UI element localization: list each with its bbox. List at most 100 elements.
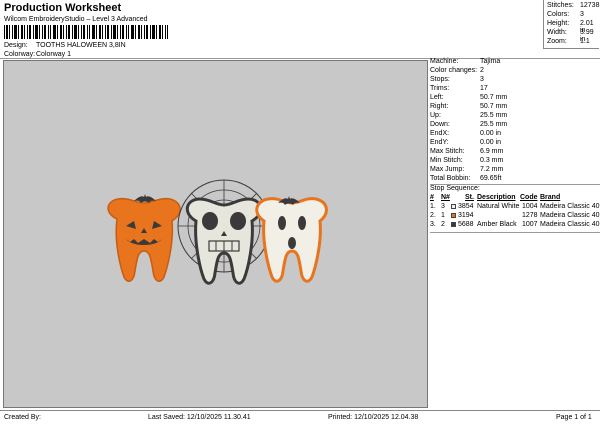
column-header: N# bbox=[441, 194, 450, 201]
info-row: Stops: 3 bbox=[430, 76, 484, 83]
stat-label: Width: bbox=[547, 29, 567, 36]
needle-number: 3 bbox=[441, 203, 445, 210]
info-value: 69.65ft bbox=[480, 175, 502, 182]
needle-number: 2 bbox=[441, 221, 445, 228]
info-value: 50.7 mm bbox=[480, 103, 508, 110]
last-saved: Last Saved: 12/10/2025 11.30.41 bbox=[148, 414, 251, 421]
info-value: 0.3 mm bbox=[480, 157, 504, 164]
thread-code: 1007 bbox=[522, 221, 538, 228]
barcode bbox=[4, 25, 168, 39]
stat-label: Stitches: bbox=[547, 2, 574, 9]
row-number: 2. bbox=[430, 212, 436, 219]
info-row: EndX: 0.00 in bbox=[430, 130, 501, 137]
info-row: Max Stitch: 6.9 mm bbox=[430, 148, 503, 155]
info-value: 0.00 in bbox=[480, 139, 502, 146]
info-row: Total Bobbin: 69.65ft bbox=[430, 175, 501, 182]
design-preview bbox=[3, 60, 428, 408]
printed-date: Printed: 12/10/2025 12.04.38 bbox=[328, 414, 419, 421]
info-row: Trims: 17 bbox=[430, 85, 488, 92]
info-value: 3 bbox=[480, 76, 484, 83]
info-value: 25.5 mm bbox=[480, 121, 508, 128]
info-label: Down: bbox=[430, 121, 450, 128]
info-row: Machine: Tajima bbox=[430, 58, 500, 65]
column-header: # bbox=[430, 194, 434, 201]
thread-brand: Madeira Classic 40 bbox=[540, 212, 600, 219]
stat-value: 1:1 bbox=[580, 38, 590, 45]
colorway-label: Colorway: bbox=[4, 51, 36, 58]
info-label: Max Jump: bbox=[430, 166, 465, 173]
stop-sequence-title: Stop Sequence: bbox=[430, 185, 480, 192]
skull-tooth-icon bbox=[177, 179, 271, 285]
row-number: 3. bbox=[430, 221, 436, 228]
info-value: 0.00 in bbox=[480, 130, 502, 137]
stat-label: Colors: bbox=[547, 11, 570, 18]
divider bbox=[0, 58, 600, 59]
colorway-name: Colorway 1 bbox=[36, 51, 72, 58]
info-value: Tajima bbox=[480, 58, 501, 65]
row-number: 1. bbox=[430, 203, 436, 210]
footer: Created By: Last Saved: 12/10/2025 11.30… bbox=[0, 410, 600, 425]
needle-number: 1 bbox=[441, 212, 445, 219]
color-description: Natural White bbox=[477, 203, 520, 210]
info-label: Total Bobbin: bbox=[430, 175, 471, 182]
info-row: Left: 50.7 mm bbox=[430, 94, 507, 101]
info-value: 25.5 mm bbox=[480, 112, 508, 119]
color-swatch bbox=[451, 222, 456, 227]
design-stats: Stitches: 12738 Colors: 3 Height: 2.01 in W… bbox=[543, 0, 599, 49]
color-swatch bbox=[451, 204, 456, 209]
design-name: TOOTHS HALOWEEN 3,8IN bbox=[36, 42, 126, 49]
info-label: Trims: bbox=[430, 85, 450, 92]
info-label: Color changes: bbox=[430, 67, 478, 74]
thread-code: 1278 bbox=[522, 212, 538, 219]
stat-colors: Colors: 3 bbox=[547, 11, 584, 18]
info-label: Machine: bbox=[430, 58, 459, 65]
info-label: Min Stitch: bbox=[430, 157, 463, 164]
design-label: Design: bbox=[4, 42, 28, 49]
stitch-count: 5688 bbox=[458, 221, 474, 228]
info-row: Down: 25.5 mm bbox=[430, 121, 507, 128]
thread-code: 1004 bbox=[522, 203, 538, 210]
stitch-count: 3194 bbox=[458, 212, 474, 219]
stat-label: Height: bbox=[547, 20, 570, 27]
pumpkin-tooth-icon bbox=[107, 197, 181, 282]
stat-value: 12738 bbox=[580, 2, 600, 9]
info-label: Left: bbox=[430, 94, 444, 101]
stitch-count: 3854 bbox=[458, 203, 474, 210]
info-label: Right: bbox=[430, 103, 449, 110]
divider bbox=[430, 232, 600, 233]
info-label: EndX: bbox=[430, 130, 450, 137]
software-name: Wilcom EmbroideryStudio – Level 3 Advanc… bbox=[4, 16, 148, 23]
column-header: Code bbox=[520, 194, 538, 201]
created-by: Created By: bbox=[4, 414, 41, 421]
info-row: EndY: 0.00 in bbox=[430, 139, 501, 146]
ghost-tooth-icon bbox=[255, 197, 328, 283]
stat-width: Width: 3.99 in bbox=[547, 29, 594, 43]
info-row: Min Stitch: 0.3 mm bbox=[430, 157, 503, 164]
stat-height: Height: 2.01 in bbox=[547, 20, 594, 34]
page-number: Page 1 of 1 bbox=[556, 414, 592, 421]
info-row: Color changes: 2 bbox=[430, 67, 484, 74]
stat-value: 3 bbox=[580, 11, 584, 18]
column-header: Description bbox=[477, 194, 516, 201]
info-label: Max Stitch: bbox=[430, 148, 465, 155]
info-value: 6.9 mm bbox=[480, 148, 504, 155]
color-description: Amber Black bbox=[477, 221, 517, 228]
info-value: 7.2 mm bbox=[480, 166, 504, 173]
stat-stitches: Stitches: 12738 bbox=[547, 2, 599, 9]
info-row: Right: 50.7 mm bbox=[430, 103, 507, 110]
color-swatch bbox=[451, 213, 456, 218]
worksheet-title: Production Worksheet bbox=[4, 2, 122, 14]
info-row: Up: 25.5 mm bbox=[430, 112, 507, 119]
info-label: Up: bbox=[430, 112, 441, 119]
column-header: Brand bbox=[540, 194, 561, 201]
info-value: 2 bbox=[480, 67, 484, 74]
stat-zoom: Zoom: 1:1 bbox=[547, 38, 590, 45]
column-header: St. bbox=[465, 194, 474, 201]
embroidery-design-image bbox=[107, 179, 328, 285]
info-value: 50.7 mm bbox=[480, 94, 508, 101]
thread-brand: Madeira Classic 40 bbox=[540, 203, 600, 210]
info-value: 17 bbox=[480, 85, 488, 92]
info-label: Stops: bbox=[430, 76, 450, 83]
info-label: EndY: bbox=[430, 139, 449, 146]
info-row: Max Jump: 7.2 mm bbox=[430, 166, 503, 173]
